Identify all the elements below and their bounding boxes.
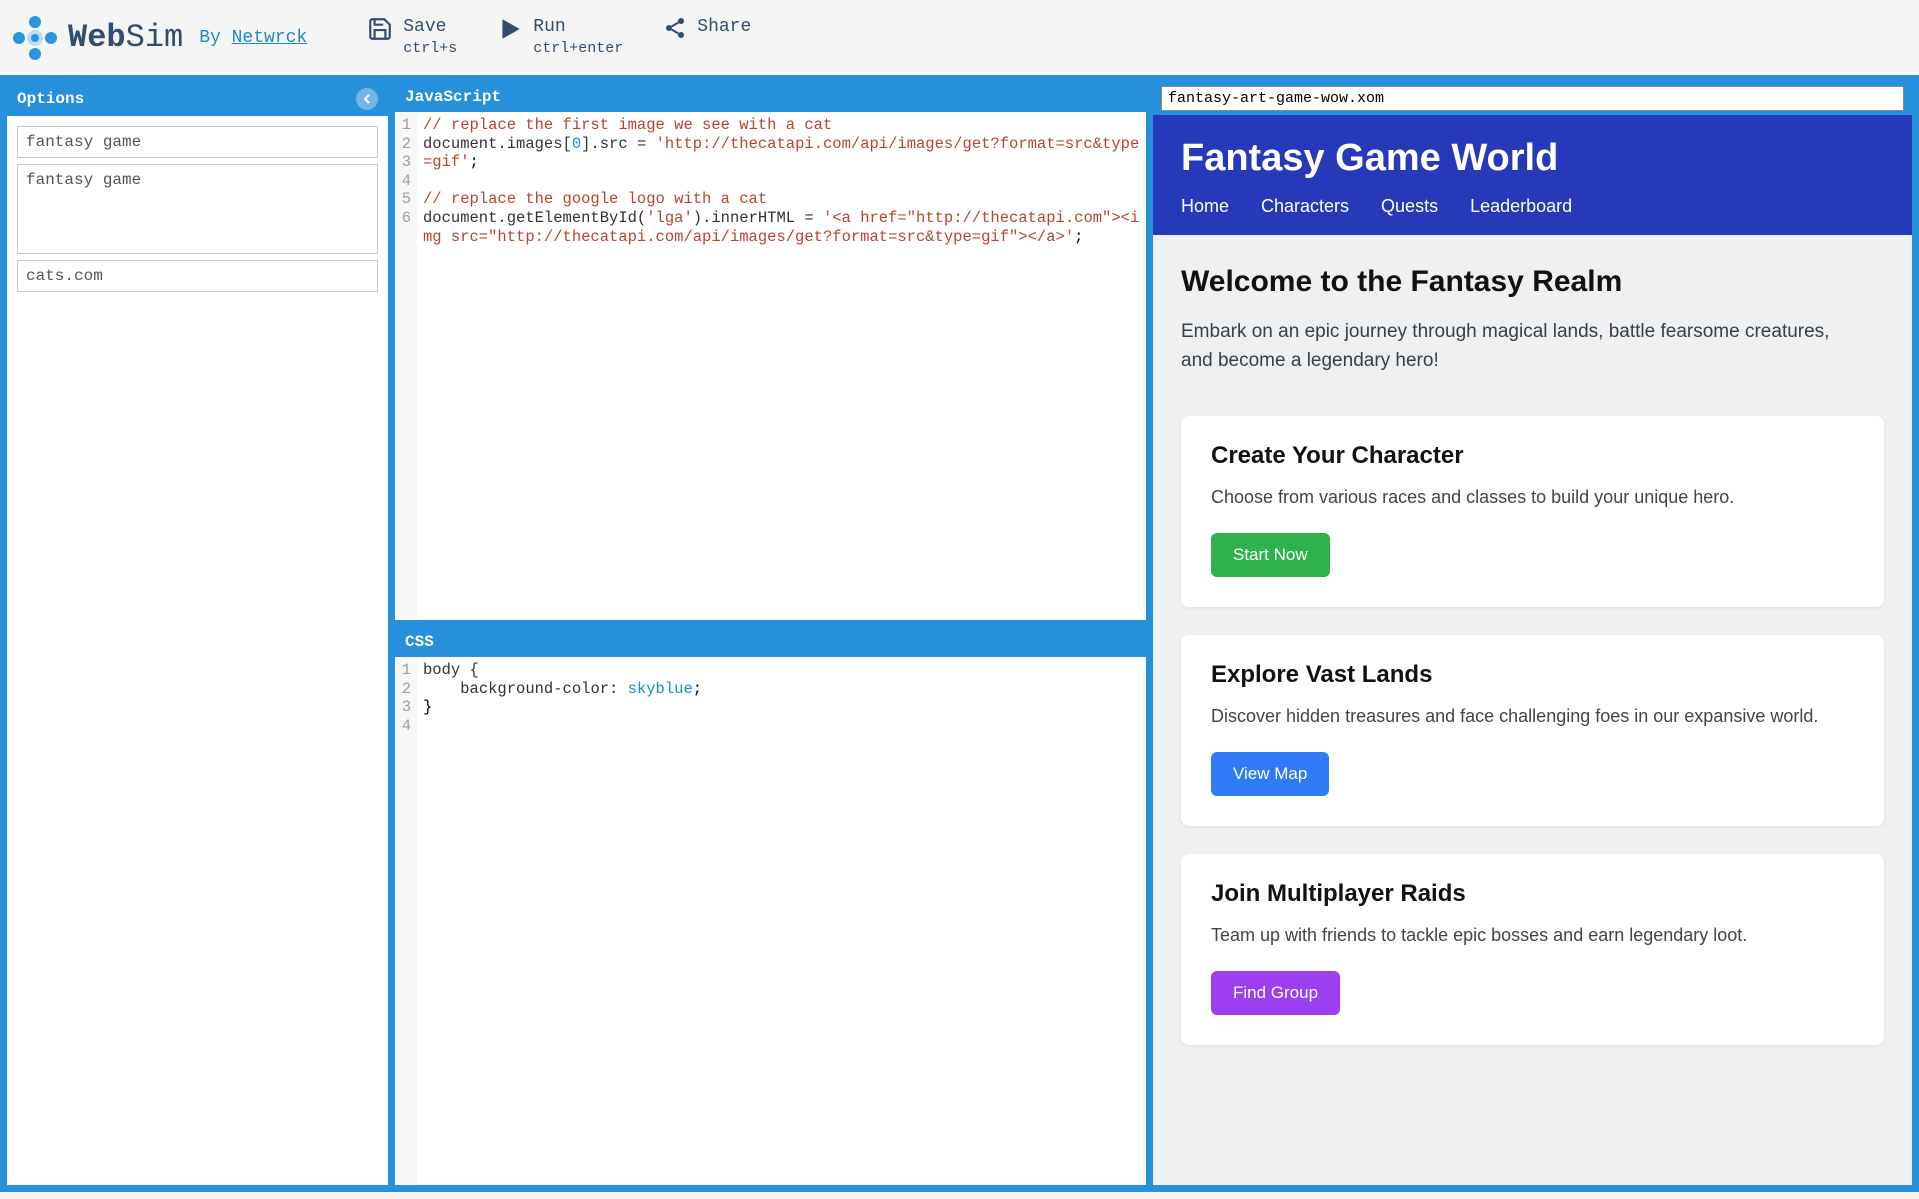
share-button[interactable]: Share [663,16,751,59]
card-multiplayer-raids: Join Multiplayer Raids Team up with frie… [1181,854,1884,1045]
play-icon [497,16,523,42]
js-code-area[interactable]: 123456 // replace the first image we see… [395,112,1146,620]
save-icon [367,16,393,42]
app-logo-icon [12,15,58,61]
prompt-input[interactable] [17,126,378,158]
byline-link[interactable]: Netwrck [232,28,308,48]
top-toolbar: WebSim By Netwrck Save ctrl+s Run ctrl+e… [0,0,1919,75]
css-code-area[interactable]: 1234 body { background-color: skyblue; } [395,657,1146,1185]
nav-quests[interactable]: Quests [1381,196,1438,217]
byline: By Netwrck [199,28,307,48]
nav-home[interactable]: Home [1181,196,1229,217]
css-header: CSS [395,627,1146,657]
editors-column: JavaScript 123456 // replace the first i… [395,82,1153,1185]
js-header: JavaScript [395,82,1146,112]
js-editor: JavaScript 123456 // replace the first i… [395,82,1146,627]
share-icon [663,16,687,40]
preview-url-row [1153,82,1912,115]
save-button[interactable]: Save ctrl+s [367,16,457,59]
toolbar-buttons: Save ctrl+s Run ctrl+enter Share [367,16,751,59]
brand-text: WebSim [68,19,183,56]
card-text: Team up with friends to tackle epic boss… [1211,922,1854,949]
preview-panel: Fantasy Game World Home Characters Quest… [1153,82,1912,1185]
card-title: Create Your Character [1211,442,1854,470]
card-explore-lands: Explore Vast Lands Discover hidden treas… [1181,635,1884,826]
options-body: fantasy game [7,116,388,302]
preview-body[interactable]: Fantasy Game World Home Characters Quest… [1153,115,1912,1185]
view-map-button[interactable]: View Map [1211,752,1329,796]
start-now-button[interactable]: Start Now [1211,533,1330,577]
card-text: Choose from various races and classes to… [1211,484,1854,511]
brand-group: WebSim By Netwrck [12,15,307,61]
nav-characters[interactable]: Characters [1261,196,1349,217]
nav-leaderboard[interactable]: Leaderboard [1470,196,1572,217]
preview-url-input[interactable] [1161,86,1904,111]
collapse-icon[interactable] [356,88,378,110]
options-header: Options [7,82,388,116]
workspace: Options fantasy game JavaScript 123456 /… [0,75,1919,1192]
site-title: Fantasy Game World [1181,137,1884,180]
site-nav: Home Characters Quests Leaderboard [1181,196,1884,217]
css-code-text[interactable]: body { background-color: skyblue; } [417,657,1146,1185]
card-title: Join Multiplayer Raids [1211,880,1854,908]
card-create-character: Create Your Character Choose from variou… [1181,416,1884,607]
domain-input[interactable] [17,260,378,292]
welcome-intro: Embark on an epic journey through magica… [1181,317,1861,376]
css-gutter: 1234 [395,657,417,1185]
find-group-button[interactable]: Find Group [1211,971,1340,1015]
card-text: Discover hidden treasures and face chall… [1211,703,1854,730]
card-title: Explore Vast Lands [1211,661,1854,689]
site-main: Welcome to the Fantasy Realm Embark on a… [1153,235,1912,1103]
welcome-heading: Welcome to the Fantasy Realm [1181,265,1884,299]
site-header: Fantasy Game World Home Characters Quest… [1153,115,1912,235]
js-gutter: 123456 [395,112,417,620]
css-editor: CSS 1234 body { background-color: skyblu… [395,627,1146,1185]
prompt-textarea[interactable]: fantasy game [17,164,378,254]
options-panel: Options fantasy game [7,82,395,1185]
run-button[interactable]: Run ctrl+enter [497,16,623,59]
js-code-text[interactable]: // replace the first image we see with a… [417,112,1146,620]
